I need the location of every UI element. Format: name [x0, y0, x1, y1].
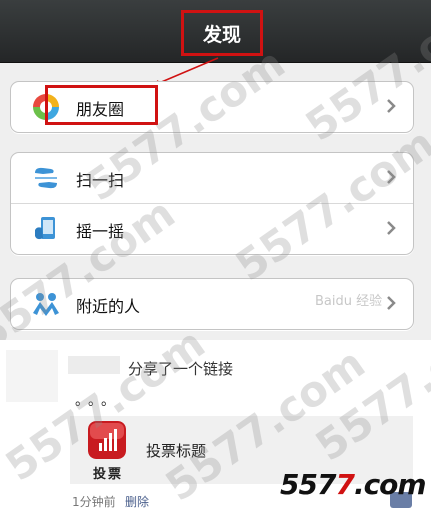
scan-icon: [35, 167, 57, 189]
vote-icon-caption: 投票: [92, 467, 123, 482]
chevron-right-icon: [387, 296, 396, 310]
moments-highlight-box: [45, 85, 158, 125]
moments-feed: 分享了一个链接 。。。 投票 投票标题 1分钟前 删除 5577.com 557…: [0, 298, 431, 523]
avatar[interactable]: [6, 350, 58, 402]
brand-logo: 5577.com: [280, 468, 427, 501]
post-timestamp: 1分钟前: [72, 495, 116, 509]
discover-screen: 发现 朋友圈 扫一扫 摇一摇 附近的人 5577.com 5577.com 55…: [0, 0, 431, 340]
shake-icon: [35, 217, 55, 240]
baidu-watermark: Baidu 经验: [315, 294, 383, 309]
chevron-right-icon: [387, 221, 396, 235]
delete-link[interactable]: 删除: [125, 493, 149, 510]
